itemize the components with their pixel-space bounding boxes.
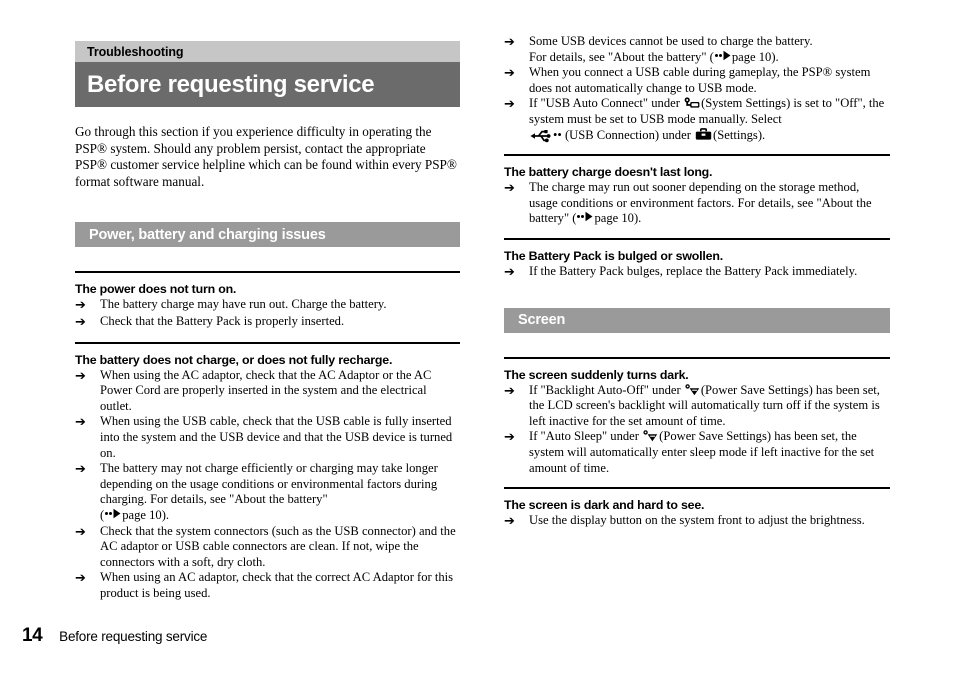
document-page: Troubleshooting Before requesting servic… xyxy=(0,0,954,677)
page-title-bar: Before requesting service xyxy=(75,62,460,107)
answer-item: ➔ Check that the system connectors (such… xyxy=(75,524,460,571)
right-arrow-icon: ➔ xyxy=(504,97,515,113)
answer-list: ➔ If the Battery Pack bulges, replace th… xyxy=(504,264,890,281)
right-arrow-icon: ➔ xyxy=(504,383,515,399)
answer-list: ➔ The charge may run out sooner dependin… xyxy=(504,180,890,227)
right-arrow-icon: ➔ xyxy=(75,314,86,330)
right-arrow-icon: ➔ xyxy=(75,298,86,314)
answer-list: ➔ If "Backlight Auto-Off" under (Power S… xyxy=(504,383,890,477)
right-arrow-icon: ➔ xyxy=(75,571,86,587)
answer-item: ➔ Use the display button on the system f… xyxy=(504,513,890,530)
page-reference-text: page 10). xyxy=(594,211,642,226)
answer-text: Use the display button on the system fro… xyxy=(529,513,865,528)
chapter-label: Troubleshooting xyxy=(87,44,184,59)
settings-toolbox-icon xyxy=(695,127,712,141)
answer-text-line1: Some USB devices cannot be used to charg… xyxy=(529,34,813,48)
qa-block-screen-dark-hard-to-see: The screen is dark and hard to see. ➔ Us… xyxy=(504,487,890,530)
answer-text: Check that the Battery Pack is properly … xyxy=(100,313,345,328)
answer-text-main: The battery may not charge efficiently o… xyxy=(100,461,438,507)
answer-text: If "Auto Sleep" under (Power Save Settin… xyxy=(529,429,890,476)
answer-item: ➔ If the Battery Pack bulges, replace th… xyxy=(504,264,890,281)
qa-block-usb-continued: ➔ Some USB devices cannot be used to cha… xyxy=(504,34,890,143)
page-title: Before requesting service xyxy=(87,70,375,98)
section-label-screen: Screen xyxy=(518,312,566,329)
question: The battery does not charge, or does not… xyxy=(75,352,393,367)
qa-block-battery-not-charge: The battery does not charge, or does not… xyxy=(75,341,460,602)
power-save-settings-icon xyxy=(643,430,658,442)
answer-item: ➔ If "USB Auto Connect" under (System Se… xyxy=(504,96,890,143)
qa-block-power-not-turn-on: The power does not turn on. ➔ The batter… xyxy=(75,271,460,330)
power-save-settings-icon xyxy=(685,383,700,396)
page-number: 14 xyxy=(22,625,43,646)
section-bar-screen: Screen xyxy=(504,307,890,333)
answer-item: ➔ The charge may run out sooner dependin… xyxy=(504,180,890,227)
page-reference-text: page 10). xyxy=(731,49,779,64)
answer-text-usb-label: •• (USB Connection) under xyxy=(553,127,691,142)
right-column: ➔ Some USB devices cannot be used to cha… xyxy=(504,0,890,530)
qa-block-battery-charge-last-long: The battery charge doesn't last long. ➔ … xyxy=(504,154,890,227)
answer-text: If the Battery Pack bulges, replace the … xyxy=(529,263,858,278)
page-reference-text: page 10). xyxy=(122,507,170,522)
page-footer: 14 Before requesting service xyxy=(22,625,207,647)
system-settings-icon xyxy=(684,97,700,109)
section-bar-power: Power, battery and charging issues xyxy=(75,222,460,248)
answer-list: ➔ The battery charge may have run out. C… xyxy=(75,297,460,330)
answer-text-pre: If "Backlight Auto-Off" under xyxy=(529,382,681,397)
answer-item: ➔ The battery charge may have run out. C… xyxy=(75,297,460,314)
question: The Battery Pack is bulged or swollen. xyxy=(504,248,723,263)
answer-item: ➔ Check that the Battery Pack is properl… xyxy=(75,314,460,331)
chapter-bar: Troubleshooting xyxy=(75,41,460,62)
intro-paragraph: Go through this section if you experienc… xyxy=(75,124,457,189)
answer-text: If "USB Auto Connect" under (System Sett… xyxy=(529,96,890,143)
question: The screen is dark and hard to see. xyxy=(504,498,705,513)
answer-text: Check that the system connectors (such a… xyxy=(100,523,456,569)
right-arrow-icon: ➔ xyxy=(75,524,86,540)
answer-text: The battery may not charge efficiently o… xyxy=(100,461,438,522)
right-arrow-icon: ➔ xyxy=(504,35,515,50)
right-arrow-icon: ➔ xyxy=(75,368,86,384)
answer-text-line2-pre: For details, see "About the battery" ( xyxy=(529,49,714,64)
answer-text-pre: If "Auto Sleep" under xyxy=(529,429,639,444)
answer-item: ➔ If "Backlight Auto-Off" under (Power S… xyxy=(504,383,890,430)
answer-item: ➔ When you connect a USB cable during ga… xyxy=(504,65,890,96)
question: The power does not turn on. xyxy=(75,282,237,297)
answer-text: When you connect a USB cable during game… xyxy=(529,65,871,95)
page-reference-marker-icon xyxy=(714,50,731,61)
answer-list: ➔ When using the AC adaptor, check that … xyxy=(75,368,460,602)
answer-text: When using the AC adaptor, check that th… xyxy=(100,367,432,413)
qa-block-screen-turns-dark: The screen suddenly turns dark. ➔ If "Ba… xyxy=(504,356,890,477)
right-arrow-icon: ➔ xyxy=(504,430,515,446)
qa-block-battery-pack-bulged: The Battery Pack is bulged or swollen. ➔… xyxy=(504,237,890,281)
answer-item: ➔ If "Auto Sleep" under (Power Save Sett… xyxy=(504,429,890,476)
right-arrow-icon: ➔ xyxy=(504,181,515,197)
answer-list: ➔ Some USB devices cannot be used to cha… xyxy=(504,34,890,143)
answer-text: If "Backlight Auto-Off" under (Power Sav… xyxy=(529,383,890,430)
right-arrow-icon: ➔ xyxy=(504,264,515,280)
running-head: Before requesting service xyxy=(59,629,208,644)
answer-text: When using the USB cable, check that the… xyxy=(100,414,453,460)
answer-item: ➔ When using the AC adaptor, check that … xyxy=(75,368,460,415)
answer-item: ➔ Some USB devices cannot be used to cha… xyxy=(504,34,890,65)
answer-text-post: (Settings). xyxy=(713,127,766,142)
right-arrow-icon: ➔ xyxy=(75,415,86,431)
usb-icon xyxy=(530,129,552,143)
right-arrow-icon: ➔ xyxy=(504,514,515,530)
answer-list: ➔ Use the display button on the system f… xyxy=(504,513,890,530)
answer-text: When using an AC adaptor, check that the… xyxy=(100,570,454,600)
page-reference-marker-icon xyxy=(104,508,121,519)
question: The screen suddenly turns dark. xyxy=(504,367,689,382)
left-column: Troubleshooting Before requesting servic… xyxy=(75,0,460,601)
answer-text: The battery charge may have run out. Cha… xyxy=(100,297,387,312)
page-reference-marker-icon xyxy=(576,211,593,222)
answer-text: The charge may run out sooner depending … xyxy=(529,180,890,227)
answer-item: ➔ The battery may not charge efficiently… xyxy=(75,461,460,523)
answer-item: ➔ When using an AC adaptor, check that t… xyxy=(75,570,460,601)
right-arrow-icon: ➔ xyxy=(75,462,86,478)
question: The battery charge doesn't last long. xyxy=(504,165,713,180)
answer-text: Some USB devices cannot be used to charg… xyxy=(529,34,890,65)
answer-item: ➔ When using the USB cable, check that t… xyxy=(75,414,460,461)
section-label-power: Power, battery and charging issues xyxy=(89,226,326,243)
answer-text-pre: If "USB Auto Connect" under xyxy=(529,96,680,111)
right-arrow-icon: ➔ xyxy=(504,66,515,82)
